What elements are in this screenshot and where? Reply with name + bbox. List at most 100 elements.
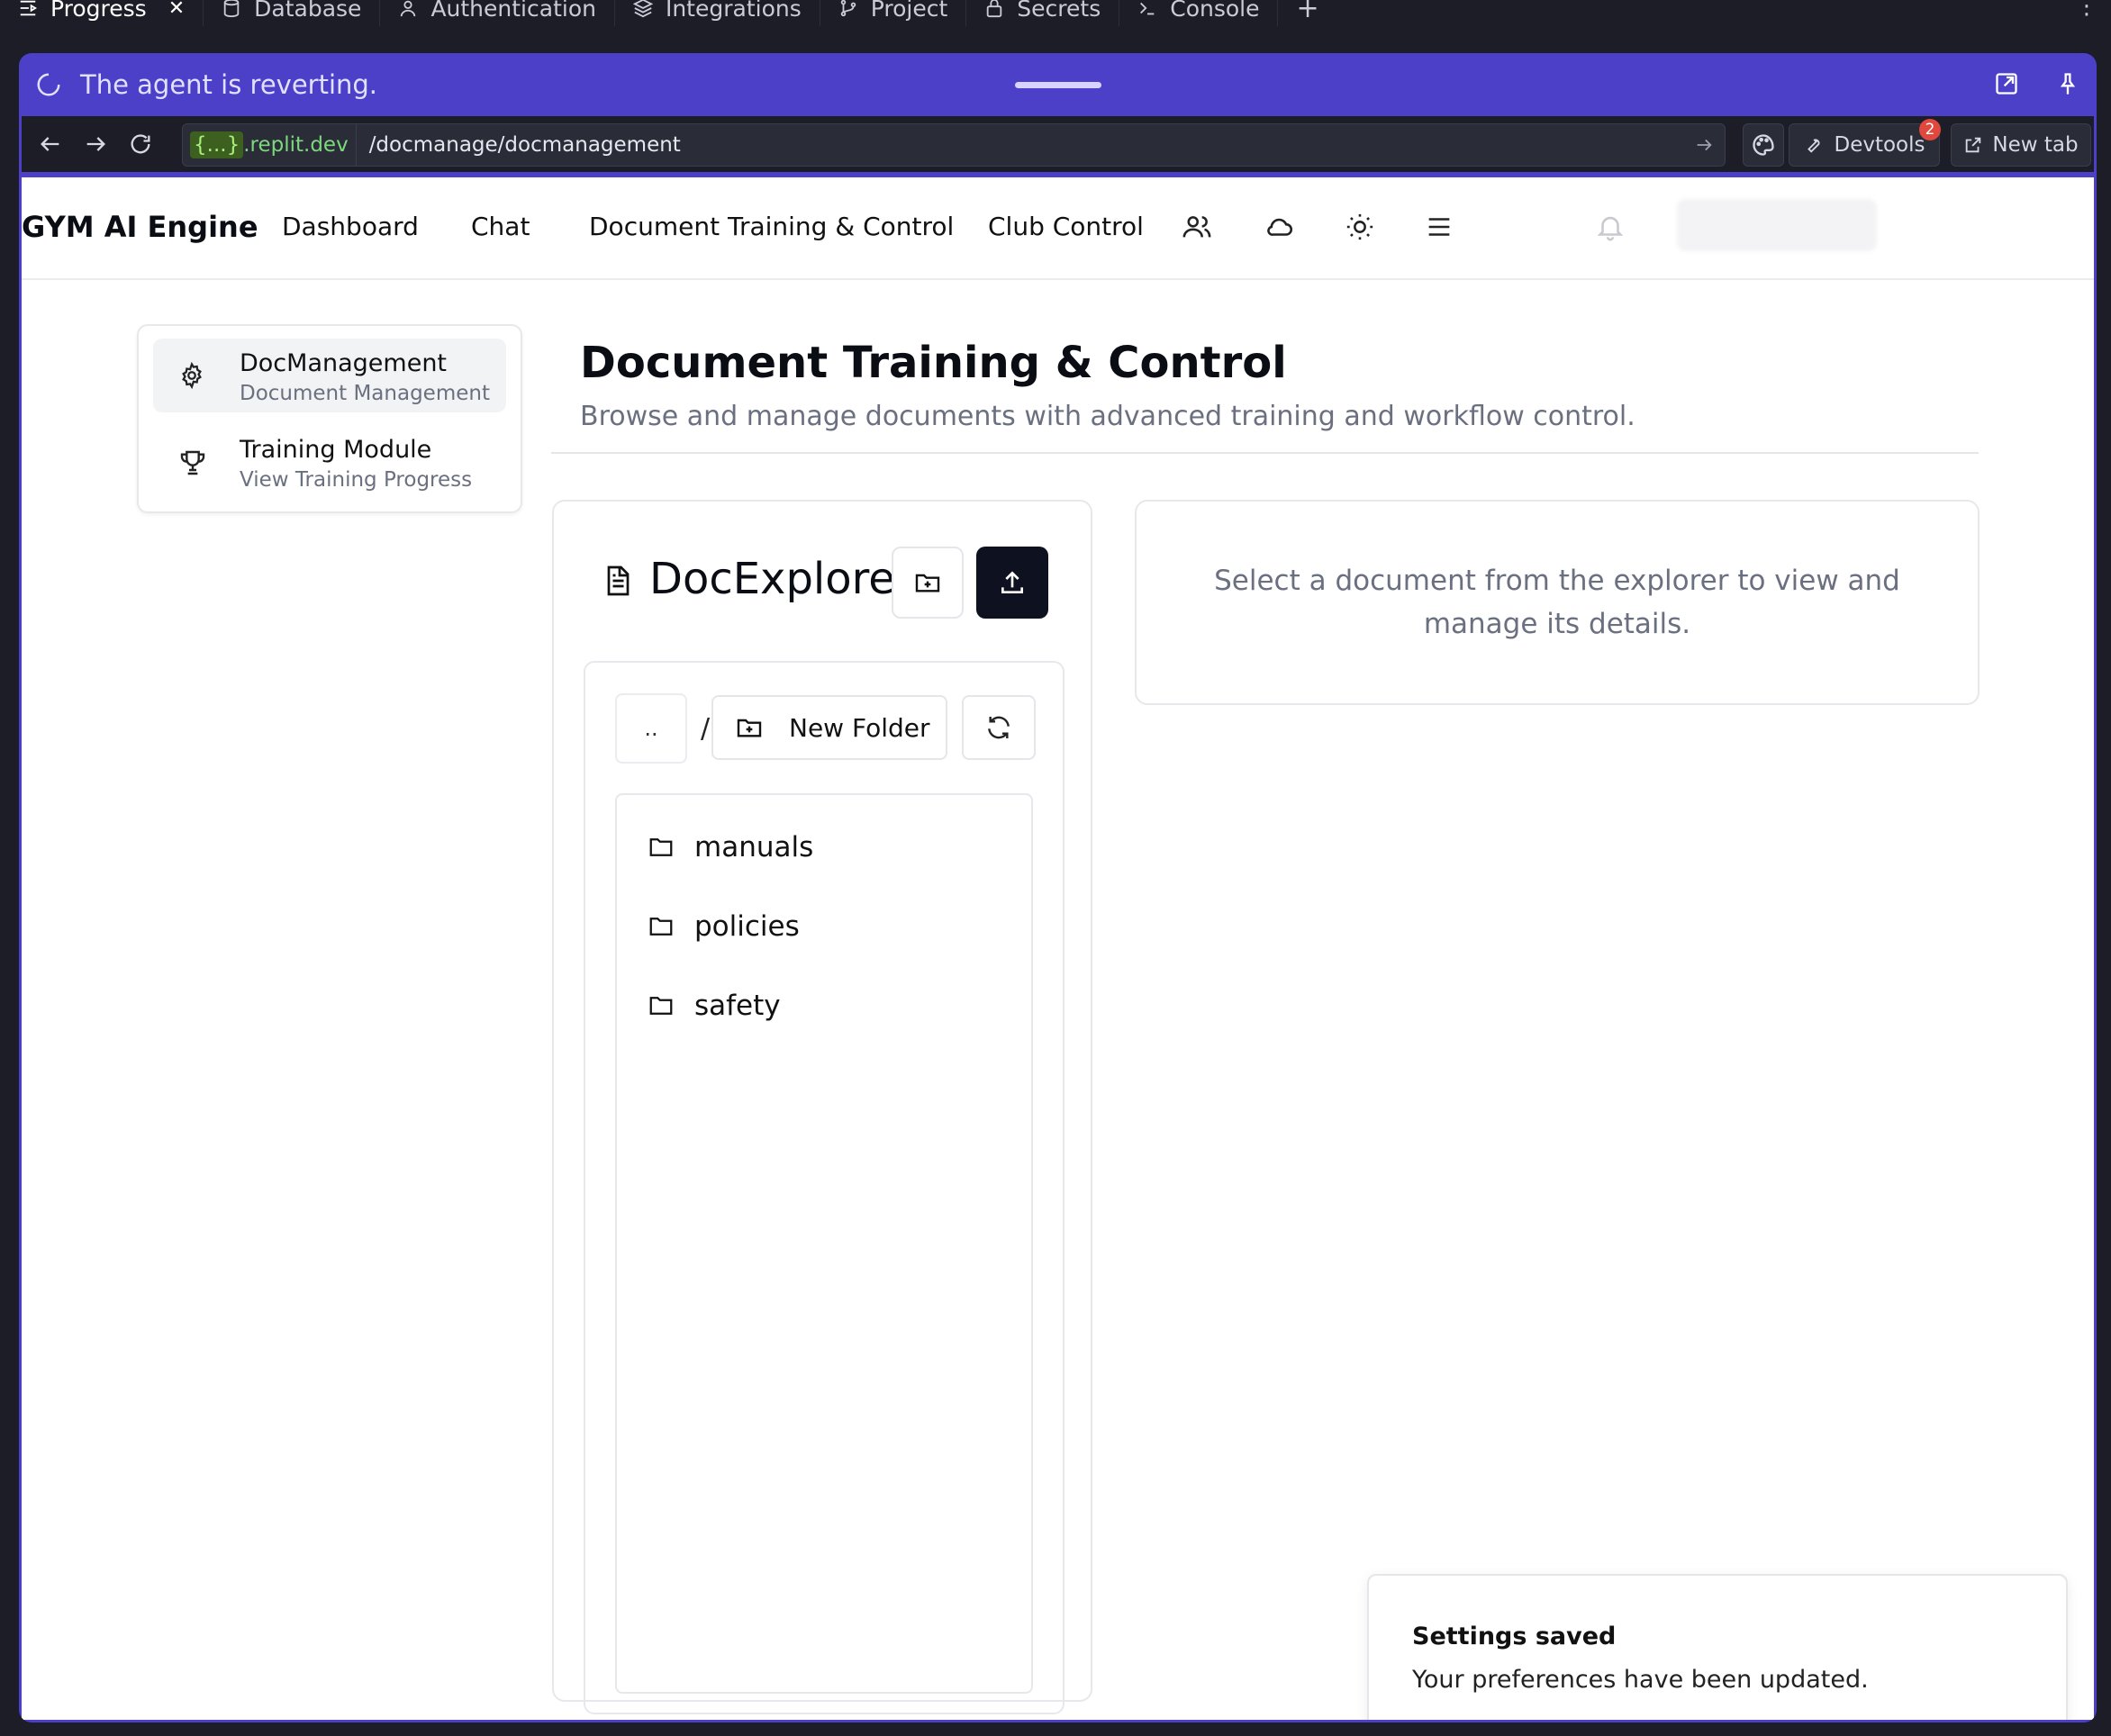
ide-tab-label: Database bbox=[254, 0, 362, 22]
progress-icon bbox=[18, 0, 38, 18]
ide-tab-label: Progress bbox=[50, 0, 147, 22]
external-link-icon bbox=[1963, 135, 1983, 155]
sun-icon[interactable] bbox=[1345, 212, 1375, 242]
folder-icon bbox=[646, 913, 676, 940]
back-arrow-icon[interactable] bbox=[38, 131, 63, 157]
more-icon[interactable]: ⋮ bbox=[2075, 0, 2098, 20]
bell-icon[interactable] bbox=[1595, 212, 1626, 242]
palette-button[interactable] bbox=[1743, 123, 1784, 167]
ide-tab-database[interactable]: Database bbox=[204, 0, 381, 26]
brand-logo-text[interactable]: GYM AI Engine bbox=[22, 210, 258, 244]
ide-tab-label: Integrations bbox=[665, 0, 802, 22]
url-host: {...} .replit.dev bbox=[183, 124, 357, 166]
folder-name: safety bbox=[694, 990, 781, 1022]
go-arrow-icon[interactable] bbox=[1694, 135, 1714, 155]
terminal-icon bbox=[1137, 0, 1157, 18]
devtools-label: Devtools bbox=[1834, 133, 1925, 157]
url-host-domain: .replit.dev bbox=[243, 133, 349, 157]
new-folder-button[interactable]: New Folder bbox=[711, 695, 947, 760]
folder-list: manuals policies safety bbox=[615, 793, 1033, 1694]
refresh-icon bbox=[984, 713, 1013, 742]
agent-status-text: The agent is reverting. bbox=[80, 69, 378, 100]
database-icon bbox=[222, 0, 241, 18]
upload-icon bbox=[998, 568, 1027, 597]
divider bbox=[551, 452, 1979, 454]
toast-notification[interactable]: Settings saved Your preferences have bee… bbox=[1367, 1574, 2068, 1720]
layers-icon bbox=[632, 0, 653, 18]
sidebar-item-docmanagement[interactable]: DocManagement Document Management bbox=[153, 339, 506, 412]
close-icon[interactable]: ✕ bbox=[168, 0, 185, 20]
agent-preview-frame: The agent is reverting. {...} .replit.dev… bbox=[19, 53, 2097, 1722]
nav-chat[interactable]: Chat bbox=[471, 212, 530, 241]
document-details-panel: Select a document from the explorer to v… bbox=[1135, 500, 1980, 705]
parent-directory-button[interactable]: .. bbox=[615, 693, 687, 764]
ide-tab-label: Console bbox=[1170, 0, 1260, 22]
toast-message: Your preferences have been updated. bbox=[1412, 1666, 1869, 1694]
ide-tab-bar: Progress ✕ Database Authentication Integ… bbox=[0, 0, 2111, 36]
url-host-token: {...} bbox=[190, 131, 244, 158]
explorer-title: DocExplorer bbox=[649, 554, 913, 604]
users-icon[interactable] bbox=[1182, 212, 1212, 242]
sidebar-item-subtitle: View Training Progress bbox=[240, 468, 473, 492]
wrench-icon bbox=[1803, 135, 1823, 155]
pin-icon[interactable] bbox=[2055, 71, 2080, 96]
ide-tab-secrets[interactable]: Secrets bbox=[966, 0, 1120, 26]
devtools-badge: 2 bbox=[1919, 119, 1941, 140]
refresh-button[interactable] bbox=[962, 695, 1036, 760]
sidebar-item-title: Training Module bbox=[240, 436, 432, 464]
ide-tab-integrations[interactable]: Integrations bbox=[615, 0, 820, 26]
sidebar-item-training-module[interactable]: Training Module View Training Progress bbox=[153, 425, 506, 499]
sidebar-item-subtitle: Document Management bbox=[240, 382, 490, 405]
doc-explorer-panel: DocExplorer .. / New Folder manuals poli… bbox=[552, 500, 1092, 1714]
list-item[interactable]: safety bbox=[646, 988, 781, 1024]
file-text-icon bbox=[601, 563, 633, 599]
upload-button[interactable] bbox=[976, 547, 1048, 619]
ide-tab-console[interactable]: Console bbox=[1119, 0, 1279, 26]
folder-plus-icon bbox=[735, 713, 764, 742]
page-title: Document Training & Control bbox=[580, 338, 1287, 388]
list-item[interactable]: manuals bbox=[646, 829, 813, 865]
cloud-icon[interactable] bbox=[1264, 212, 1295, 242]
folder-name: manuals bbox=[694, 831, 814, 863]
drag-handle[interactable] bbox=[1015, 82, 1101, 88]
git-branch-icon bbox=[838, 0, 858, 18]
url-bar[interactable]: {...} .replit.dev /docmanage/docmanagemen… bbox=[182, 123, 1726, 167]
browser-toolbar: {...} .replit.dev /docmanage/docmanagemen… bbox=[22, 116, 2094, 172]
new-folder-icon-button[interactable] bbox=[892, 547, 964, 619]
expand-icon[interactable] bbox=[1994, 71, 2019, 96]
folder-name: policies bbox=[694, 910, 800, 943]
nav-document-training[interactable]: Document Training & Control bbox=[589, 212, 954, 241]
devtools-button[interactable]: Devtools 2 bbox=[1789, 119, 1941, 167]
file-browser: .. / New Folder manuals policies safety bbox=[584, 661, 1065, 1714]
page-subtitle: Browse and manage documents with advance… bbox=[580, 401, 1635, 432]
list-item[interactable]: policies bbox=[646, 909, 800, 945]
toast-title: Settings saved bbox=[1412, 1623, 1617, 1650]
ide-tab-progress[interactable]: Progress ✕ bbox=[0, 0, 204, 26]
lock-icon bbox=[984, 0, 1004, 18]
ide-tab-project[interactable]: Project bbox=[820, 0, 967, 26]
trophy-icon bbox=[178, 448, 207, 477]
new-folder-label: New Folder bbox=[789, 712, 930, 743]
new-tab-button[interactable]: New tab bbox=[1951, 123, 2091, 167]
url-path: /docmanage/docmanagement bbox=[368, 133, 681, 157]
nav-club-control[interactable]: Club Control bbox=[988, 212, 1144, 241]
spinner-icon bbox=[35, 71, 62, 98]
details-placeholder: Select a document from the explorer to v… bbox=[1214, 565, 1900, 640]
ide-tab-label: Project bbox=[870, 0, 948, 22]
reload-icon[interactable] bbox=[128, 131, 153, 157]
sidebar: DocManagement Document Management Traini… bbox=[137, 324, 522, 513]
user-menu[interactable] bbox=[1677, 199, 1877, 251]
ide-tab-authentication[interactable]: Authentication bbox=[380, 0, 615, 26]
forward-arrow-icon[interactable] bbox=[83, 131, 108, 157]
folder-icon bbox=[646, 834, 676, 861]
folder-plus-icon bbox=[913, 568, 942, 597]
nav-dashboard[interactable]: Dashboard bbox=[282, 212, 419, 241]
menu-icon[interactable] bbox=[1424, 212, 1454, 242]
ide-tab-label: Authentication bbox=[430, 0, 596, 22]
app-page: GYM AI Engine Dashboard Chat Document Tr… bbox=[22, 177, 2094, 1720]
add-tab-button[interactable]: + bbox=[1278, 0, 1336, 26]
folder-icon bbox=[646, 992, 676, 1019]
path-separator: / bbox=[701, 713, 711, 745]
palette-icon bbox=[1751, 132, 1776, 158]
ide-tab-label: Secrets bbox=[1017, 0, 1101, 22]
